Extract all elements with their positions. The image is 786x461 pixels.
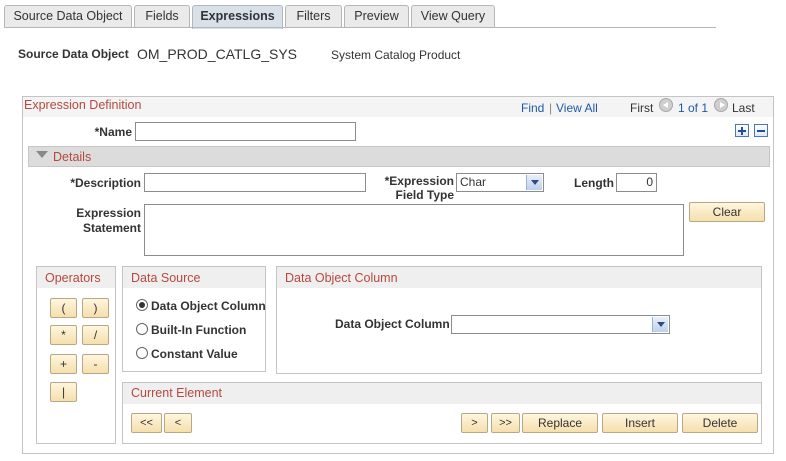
radio-built-in-function[interactable] — [136, 323, 148, 335]
tab-view-query[interactable]: View Query — [411, 5, 495, 28]
details-title: Details — [53, 150, 92, 164]
last-element-button[interactable]: >> — [491, 413, 520, 433]
first-label: First — [630, 101, 654, 115]
operator-divide-button[interactable]: / — [82, 325, 109, 345]
view-all-link[interactable]: View All — [556, 101, 598, 115]
clear-button[interactable]: Clear — [689, 202, 765, 222]
expression-statement-label-line-1: Expression — [76, 206, 141, 220]
operator-close-paren-button[interactable]: ) — [82, 298, 109, 318]
next-row-icon[interactable] — [714, 98, 728, 112]
radio-constant-value[interactable] — [136, 347, 148, 359]
last-label: Last — [732, 101, 755, 115]
insert-button[interactable]: Insert — [602, 413, 678, 433]
minus-icon[interactable] — [754, 124, 768, 137]
expression-field-type-label-line-2: Field Type — [395, 188, 454, 202]
source-data-object-value: OM_PROD_CATLG_SYS — [137, 46, 298, 62]
replace-button[interactable]: Replace — [522, 413, 598, 433]
length-label: Length — [574, 176, 614, 190]
expression-definition-title: Expression Definition — [24, 98, 142, 112]
source-data-object-label: Source Data Object — [18, 47, 129, 61]
find-link[interactable]: Find — [521, 101, 544, 115]
expression-statement-textarea[interactable] — [144, 204, 684, 256]
source-data-object-description: System Catalog Product — [331, 48, 461, 62]
plus-icon[interactable] — [735, 124, 749, 137]
expression-statement-label-line-2: Statement — [82, 221, 141, 235]
operator-open-paren-button[interactable]: ( — [50, 298, 77, 318]
collapse-arrow-icon[interactable] — [36, 151, 48, 158]
expression-field-type-label: *Expression Field Type — [370, 174, 454, 202]
data-object-column-title: Data Object Column — [285, 271, 398, 285]
tab-filters[interactable]: Filters — [285, 5, 342, 28]
radio-constant-value-label: Constant Value — [151, 347, 238, 361]
operators-title: Operators — [45, 271, 101, 285]
length-input[interactable]: 0 — [616, 173, 657, 192]
radio-data-object-column-label: Data Object Column — [151, 299, 266, 313]
radio-data-object-column[interactable] — [136, 299, 148, 311]
tab-source-data-object[interactable]: Source Data Object — [4, 5, 132, 28]
expression-statement-label: Expression Statement — [48, 206, 141, 236]
chevron-down-icon — [652, 317, 668, 332]
operator-plus-button[interactable]: + — [50, 354, 77, 374]
name-label: *Name — [94, 125, 132, 139]
row-range: 1 of 1 — [678, 101, 709, 115]
tab-fields[interactable]: Fields — [134, 5, 190, 28]
tab-preview[interactable]: Preview — [344, 5, 409, 28]
expression-field-type-label-line-1: *Expression — [384, 174, 454, 188]
field-type-value: Char — [460, 175, 487, 189]
delete-button[interactable]: Delete — [682, 413, 758, 433]
nav-separator: | — [549, 101, 553, 115]
first-element-button[interactable]: << — [131, 413, 162, 433]
data-source-title: Data Source — [131, 271, 201, 285]
description-input[interactable] — [144, 173, 366, 192]
details-header[interactable] — [28, 146, 770, 167]
operator-multiply-button[interactable]: * — [50, 325, 77, 345]
tab-expressions[interactable]: Expressions — [192, 5, 283, 29]
length-value: 0 — [646, 175, 653, 189]
description-label: *Description — [70, 176, 141, 190]
data-object-column-select[interactable] — [451, 315, 670, 334]
next-element-button[interactable]: > — [461, 413, 488, 433]
current-element-title: Current Element — [131, 386, 223, 400]
tab-divider — [4, 27, 716, 28]
chevron-down-icon — [526, 175, 542, 190]
previous-element-button[interactable]: < — [164, 413, 192, 433]
radio-built-in-function-label: Built-In Function — [151, 323, 247, 337]
field-type-select[interactable]: Char — [456, 173, 544, 192]
data-object-column-label: Data Object Column — [335, 317, 450, 331]
name-input[interactable] — [135, 122, 356, 141]
operator-minus-button[interactable]: - — [82, 354, 109, 374]
previous-row-icon[interactable] — [659, 98, 673, 112]
operator-concat-button[interactable]: | — [50, 382, 77, 402]
